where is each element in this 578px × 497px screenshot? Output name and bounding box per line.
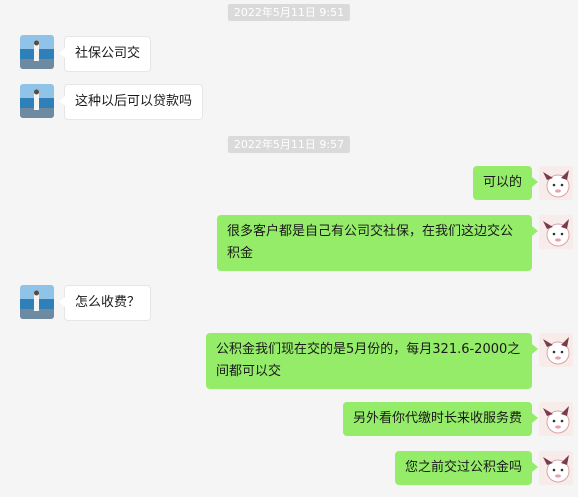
- timestamp: 2022年5月11日 9:51: [227, 4, 351, 21]
- cartoon-avatar-icon: [539, 333, 573, 367]
- my-avatar[interactable]: [539, 402, 573, 436]
- message-bubble[interactable]: 公积金我们现在交的是5月份的，每月321.6-2000之间都可以交: [206, 333, 538, 389]
- cartoon-avatar-icon: [539, 166, 573, 200]
- cartoon-avatar-icon: [539, 402, 573, 436]
- cartoon-avatar-icon: [539, 215, 573, 249]
- timestamp: 2022年5月11日 9:57: [227, 136, 351, 153]
- contact-avatar[interactable]: [20, 84, 54, 118]
- contact-avatar[interactable]: [20, 35, 54, 69]
- seaside-avatar-icon: [20, 35, 54, 69]
- seaside-avatar-icon: [20, 84, 54, 118]
- message-bubble[interactable]: 您之前交过公积金吗: [394, 451, 539, 485]
- cartoon-avatar-icon: [539, 451, 573, 485]
- my-avatar[interactable]: [539, 215, 573, 249]
- message-bubble[interactable]: 可以的: [472, 166, 539, 200]
- message-bubble[interactable]: 这种以后可以贷款吗: [58, 84, 204, 120]
- message-bubble[interactable]: 很多客户都是自己有公司交社保，在我们这边交公积金: [217, 215, 538, 271]
- message-bubble[interactable]: 怎么收费？: [58, 285, 152, 321]
- contact-avatar[interactable]: [20, 285, 54, 319]
- message-bubble[interactable]: 社保公司交: [58, 36, 152, 72]
- my-avatar[interactable]: [539, 166, 573, 200]
- my-avatar[interactable]: [539, 451, 573, 485]
- my-avatar[interactable]: [539, 333, 573, 367]
- seaside-avatar-icon: [20, 285, 54, 319]
- message-bubble[interactable]: 另外看你代缴时长来收服务费: [342, 402, 539, 436]
